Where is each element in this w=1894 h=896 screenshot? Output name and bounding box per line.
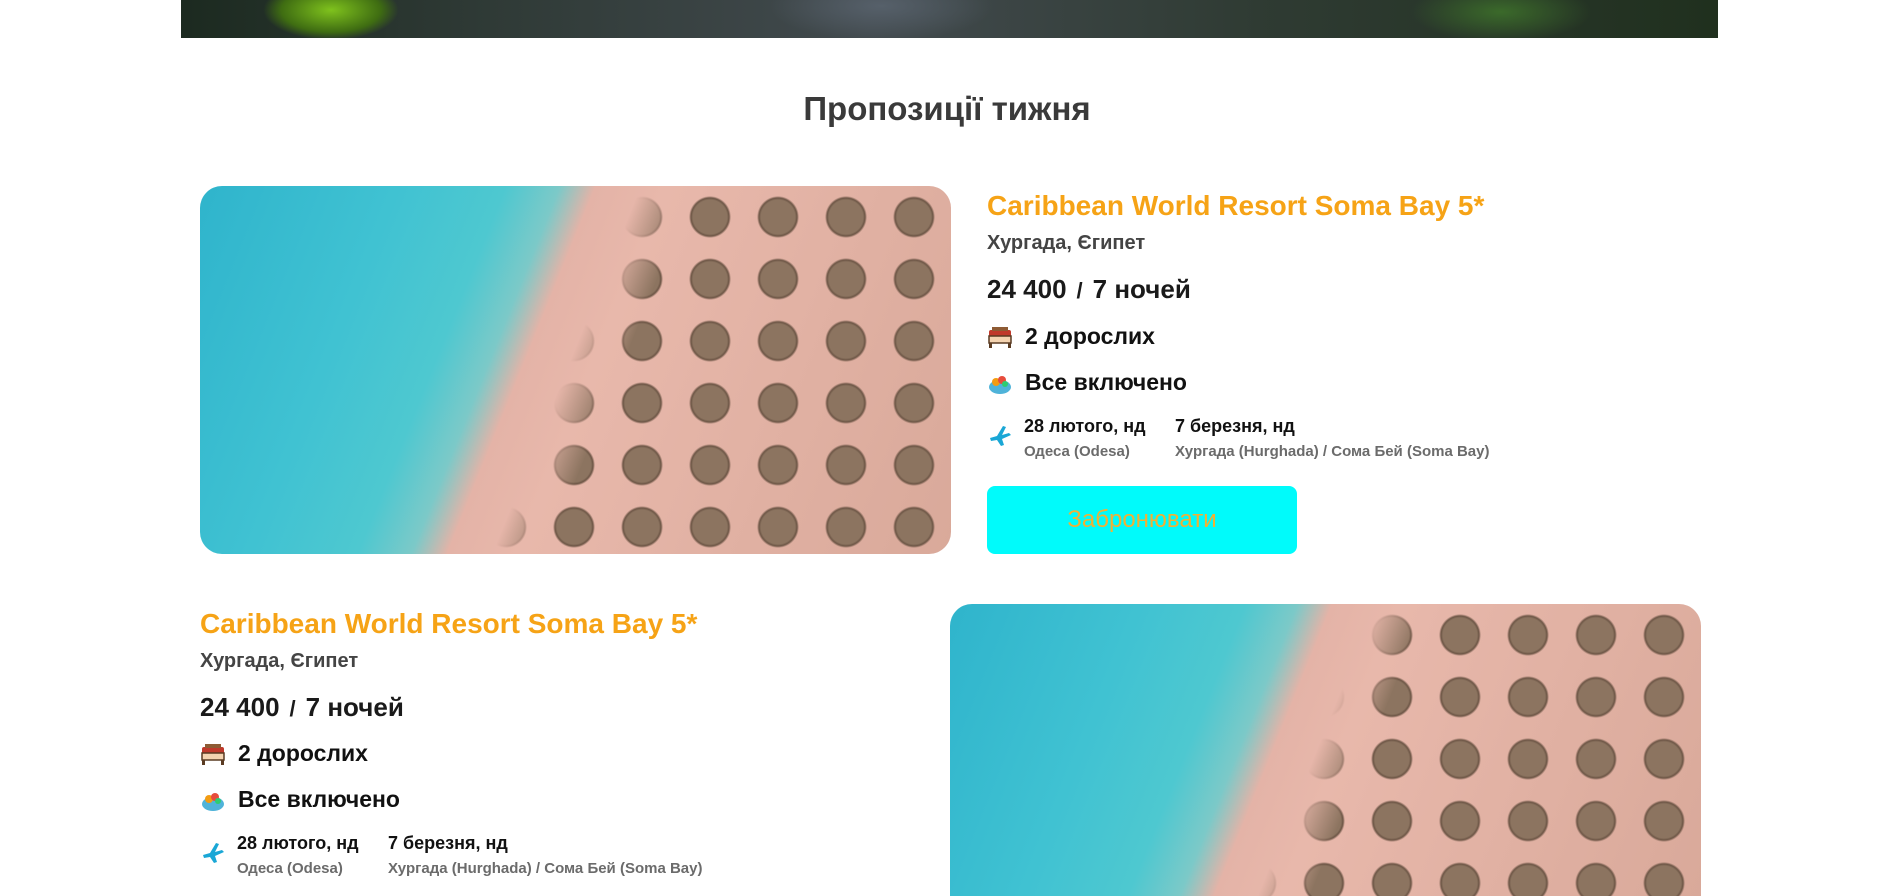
departure-date: 28 лютого, нд: [237, 833, 359, 853]
hotel-location: Хургада, Єгипет: [987, 232, 1146, 254]
flight-info: 28 лютого, нд Одеса (Odesa) 7 березня, н…: [200, 833, 702, 883]
section-title: Пропозиції тижня: [803, 90, 1091, 127]
hotel-location: Хургада, Єгипет: [200, 650, 359, 672]
food-icon: [200, 787, 226, 813]
beach-umbrellas-pattern: [200, 186, 951, 554]
departure-info: 28 лютого, нд Одеса (Odesa): [237, 833, 359, 877]
departure-date: 28 лютого, нд: [1024, 416, 1146, 436]
book-button[interactable]: Забронювати: [987, 486, 1297, 554]
return-info: 7 березня, нд Хургада (Hurghada) / Сома …: [1175, 416, 1489, 460]
return-city: Хургада (Hurghada) / Сома Бей (Soma Bay): [1175, 443, 1490, 460]
departure-city: Одеса (Odesa): [237, 860, 343, 877]
meals-row: Все включено: [987, 369, 1187, 396]
guests-label: 2 дорослих: [1025, 323, 1155, 349]
price-separator: /: [289, 696, 296, 721]
departure-info: 28 лютого, нд Одеса (Odesa): [1024, 416, 1146, 460]
hotel-name[interactable]: Caribbean World Resort Soma Bay 5*: [200, 608, 697, 640]
return-date: 7 березня, нд: [388, 833, 508, 853]
nights-count: 7 ночей: [1092, 274, 1191, 304]
plane-icon: [987, 422, 1013, 448]
return-info: 7 березня, нд Хургада (Hurghada) / Сома …: [388, 833, 702, 877]
return-city: Хургада (Hurghada) / Сома Бей (Soma Bay): [388, 860, 703, 877]
price-value: 24 400: [987, 274, 1067, 304]
price-value: 24 400: [200, 692, 280, 722]
departure-city: Одеса (Odesa): [1024, 443, 1130, 460]
hero-banner-image: [181, 0, 1718, 38]
food-icon: [987, 370, 1013, 396]
bed-icon: [200, 741, 226, 767]
meals-row: Все включено: [200, 786, 400, 813]
price-separator: /: [1076, 278, 1083, 303]
return-date: 7 березня, нд: [1175, 416, 1295, 436]
guests-row: 2 дорослих: [200, 740, 368, 767]
offer-image[interactable]: [950, 604, 1701, 896]
bed-icon: [987, 324, 1013, 350]
guests-row: 2 дорослих: [987, 323, 1155, 350]
nights-count: 7 ночей: [305, 692, 404, 722]
price-row: 24 400 / 7 ночей: [987, 274, 1191, 305]
meals-label: Все включено: [1025, 369, 1187, 395]
offer-image[interactable]: [200, 186, 951, 554]
guests-label: 2 дорослих: [238, 740, 368, 766]
flight-info: 28 лютого, нд Одеса (Odesa) 7 березня, н…: [987, 416, 1489, 466]
meals-label: Все включено: [238, 786, 400, 812]
plane-icon: [200, 839, 226, 865]
beach-umbrellas-pattern: [950, 604, 1701, 896]
price-row: 24 400 / 7 ночей: [200, 692, 404, 723]
hotel-name[interactable]: Caribbean World Resort Soma Bay 5*: [987, 190, 1484, 222]
